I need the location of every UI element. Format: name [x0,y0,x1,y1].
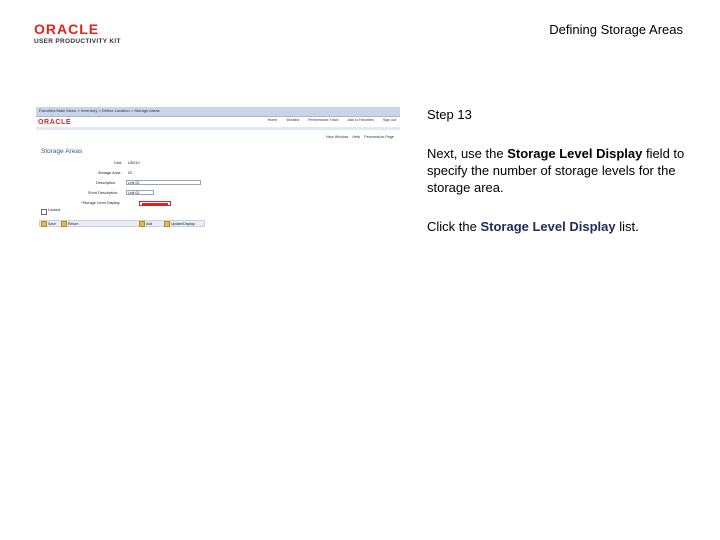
instruction-paragraph-2: Click the Storage Level Display list. [427,218,697,235]
storage-area-label: Storage Area: [98,171,122,175]
update-display-button[interactable]: Update/Display [164,221,195,227]
performance-trace-link[interactable]: Performance Trace [308,118,339,122]
worklist-link[interactable]: Worklist [286,118,299,122]
locked-checkbox-label: Locked [48,208,61,212]
save-button-label: Save [48,221,56,226]
unit-value: US010 [128,161,140,165]
instruction-2-text-end: list. [615,219,639,234]
header-links: Home Worklist Performance Trace Add to F… [260,118,396,122]
application-screenshot: Favorites Main Menu > Inventory > Define… [36,107,400,231]
page-links: New Window Help Personalize Page [323,135,394,139]
description-label: Description: [96,181,117,185]
return-button-label: Return [68,221,79,226]
add-button-label: Add [146,221,153,226]
header-divider [36,127,400,130]
short-description-label: Short Description: [88,191,119,195]
return-button[interactable]: Return [61,221,79,227]
instruction-1-field-name: Storage Level Display [507,146,643,161]
add-button[interactable]: Add [139,221,153,227]
page-title: Defining Storage Areas [549,22,683,37]
storage-level-display-select[interactable] [139,201,171,206]
instruction-panel: Step 13 Next, use the Storage Level Disp… [427,106,697,235]
add-icon [139,221,145,227]
description-field[interactable]: Unit 02 [126,180,201,185]
update-display-button-label: Update/Display [171,221,195,226]
help-link[interactable]: Help [352,135,360,139]
storage-areas-heading: Storage Areas [41,148,83,155]
return-icon [61,221,67,227]
oracle-logo-text: ORACLE [34,21,100,37]
instruction-1-text-start: Next, use the [427,146,508,161]
new-window-link[interactable]: New Window [326,135,348,139]
sign-out-link[interactable]: Sign out [383,118,396,122]
app-oracle-logo: ORACLE [38,119,72,126]
step-number: Step 13 [427,107,472,122]
instruction-paragraph-1: Next, use the Storage Level Display fiel… [427,145,697,196]
unit-label: Unit: [114,161,122,165]
home-link[interactable]: Home [268,118,278,122]
breadcrumb[interactable]: Favorites Main Menu > Inventory > Define… [39,108,160,113]
short-description-field[interactable]: Unit 02 [126,190,154,195]
storage-area-value: 02 [128,171,133,175]
save-icon [41,221,47,227]
menu-nav-bar: Favorites Main Menu > Inventory > Define… [36,107,400,117]
oracle-upk-logo: ORACLE USER PRODUCTIVITY KIT [34,22,124,46]
add-to-favorites-link[interactable]: Add to Favorites [348,118,374,122]
storage-level-display-label: *Storage Level Display: [81,201,121,205]
instruction-2-field-name: Storage Level Display [480,219,616,234]
locked-checkbox[interactable] [41,209,47,215]
save-button[interactable]: Save [41,221,56,227]
upk-logo-text: USER PRODUCTIVITY KIT [34,38,121,45]
update-display-icon [164,221,170,227]
personalize-page-link[interactable]: Personalize Page [364,135,394,139]
instruction-2-text-start: Click the [427,219,481,234]
